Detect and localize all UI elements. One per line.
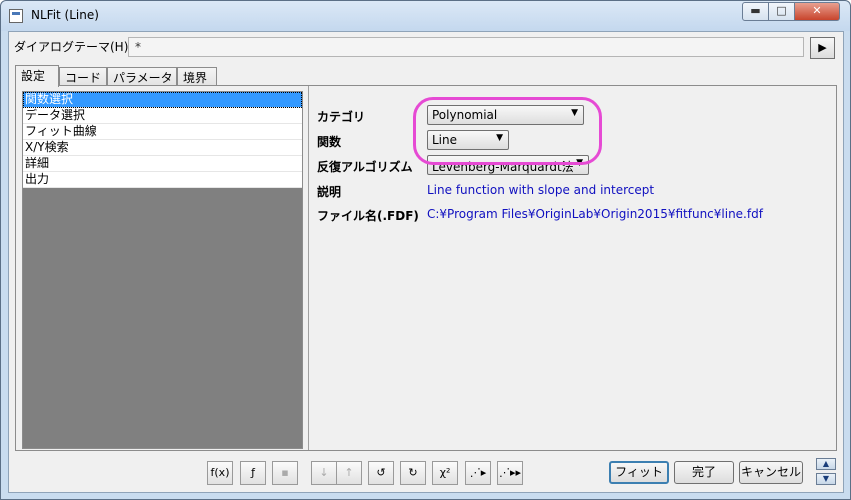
- tab-parameters[interactable]: パラメータ: [107, 67, 177, 86]
- chevron-down-icon: ▼: [576, 158, 583, 168]
- description-text: Line function with slope and intercept: [427, 183, 655, 197]
- function-builder-icon[interactable]: ƒ: [240, 461, 266, 485]
- algorithm-value: Levenberg-Marquardt法: [432, 160, 574, 174]
- chevron-down-icon: ▼: [496, 133, 503, 143]
- maximize-button[interactable]: □: [768, 2, 795, 21]
- tree-item-data-selection[interactable]: データ選択: [23, 108, 302, 124]
- app-icon: [9, 9, 23, 23]
- title-bar[interactable]: NLFit (Line) ▬ □ ✕: [1, 1, 850, 31]
- play-arrow-icon: ▶: [818, 41, 827, 54]
- category-select[interactable]: Polynomial ▼: [427, 105, 584, 125]
- tab-code[interactable]: コード: [59, 67, 107, 86]
- chi-square-icon[interactable]: χ²: [432, 461, 458, 485]
- tab-bounds[interactable]: 境界: [177, 67, 217, 86]
- tree-item-advanced[interactable]: 詳細: [23, 156, 302, 172]
- minimize-button[interactable]: ▬: [742, 2, 769, 21]
- settings-panel: 関数選択 データ選択 フィット曲線 X/Y検索 詳細 出力 カテゴリ Polyn…: [15, 85, 837, 451]
- window-title: NLFit (Line): [31, 8, 99, 22]
- settings-tree: 関数選択 データ選択 フィット曲線 X/Y検索 詳細 出力: [22, 91, 303, 449]
- function-icon[interactable]: f(x): [207, 461, 233, 485]
- chevron-up-icon[interactable]: ▲: [816, 458, 836, 470]
- algorithm-select[interactable]: Levenberg-Marquardt法 ▼: [427, 155, 589, 175]
- nlfit-window: NLFit (Line) ▬ □ ✕ ダイアログテーマ(H) * ▶ 設定 コー…: [0, 0, 851, 500]
- description-label: 説明: [317, 185, 342, 199]
- function-select[interactable]: Line ▼: [427, 130, 509, 150]
- category-value: Polynomial: [432, 108, 498, 122]
- chevron-down-icon[interactable]: ▼: [816, 473, 836, 485]
- dialog-body: ダイアログテーマ(H) * ▶ 設定 コード パラメータ 境界 関数選択 データ…: [8, 31, 844, 493]
- fit-button[interactable]: フィット: [609, 461, 669, 484]
- file-path-text: C:¥Program Files¥OriginLab¥Origin2015¥fi…: [427, 207, 763, 221]
- theme-label: ダイアログテーマ(H): [14, 40, 129, 54]
- close-button[interactable]: ✕: [794, 2, 840, 21]
- tab-settings[interactable]: 設定: [15, 65, 59, 87]
- tree-item-fitted-curves[interactable]: フィット曲線: [23, 124, 302, 140]
- theme-input[interactable]: *: [128, 37, 804, 57]
- theme-menu-button[interactable]: ▶: [810, 37, 835, 59]
- reset-icon[interactable]: ↺: [368, 461, 394, 485]
- save-icon[interactable]: ▪: [272, 461, 298, 485]
- bottom-toolbar: f(x) ƒ ▪ ↓ ↑ ↺ ↻ χ² ⋰▸ ⋰▸▸ フィット 完了 キャンセル…: [9, 456, 843, 492]
- tree-item-output[interactable]: 出力: [23, 172, 302, 188]
- tree-item-function-selection[interactable]: 関数選択: [23, 92, 302, 108]
- reset-all-icon[interactable]: ↻: [400, 461, 426, 485]
- sort-down-icon[interactable]: ↓: [311, 461, 337, 485]
- function-value: Line: [432, 133, 458, 147]
- chevron-down-icon: ▼: [571, 108, 578, 118]
- tree-item-xy-find[interactable]: X/Y検索: [23, 140, 302, 156]
- cancel-button[interactable]: キャンセル: [739, 461, 803, 484]
- sort-up-icon[interactable]: ↑: [336, 461, 362, 485]
- function-label: 関数: [317, 135, 342, 149]
- fit-until-converged-icon[interactable]: ⋰▸▸: [497, 461, 523, 485]
- file-name-label: ファイル名(.FDF): [317, 209, 419, 223]
- done-button[interactable]: 完了: [674, 461, 734, 484]
- one-iteration-icon[interactable]: ⋰▸: [465, 461, 491, 485]
- category-label: カテゴリ: [317, 110, 366, 124]
- settings-detail: カテゴリ Polynomial ▼ 関数 Line ▼ 反復アルゴリズム Lev…: [308, 86, 836, 450]
- algorithm-label: 反復アルゴリズム: [317, 160, 413, 174]
